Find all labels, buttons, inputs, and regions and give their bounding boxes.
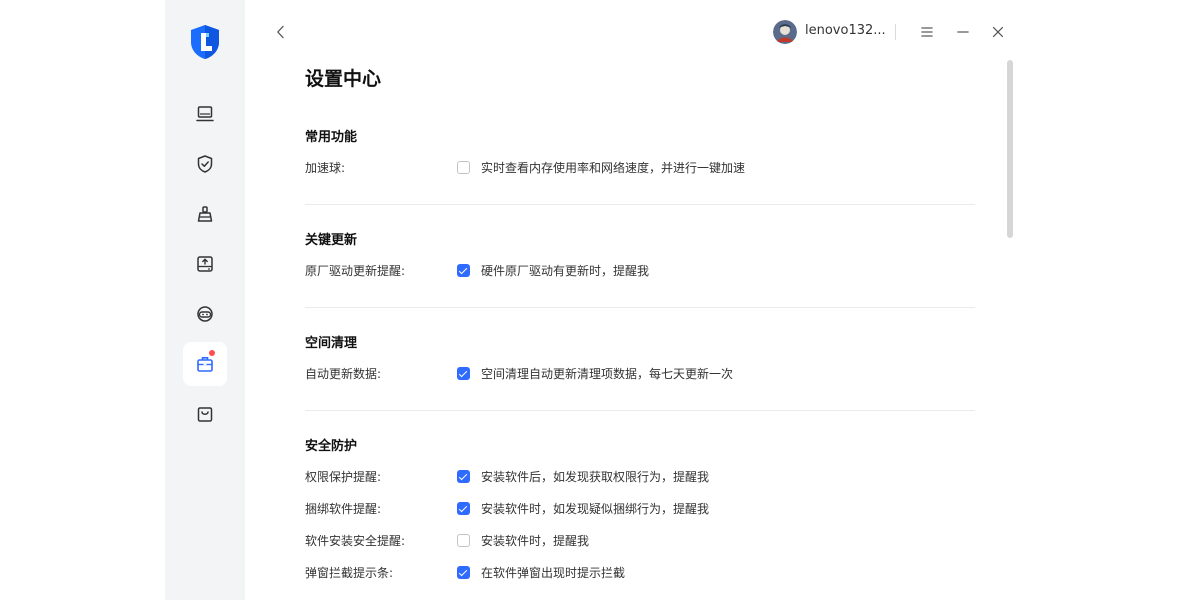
section-title: 空间清理 [305, 336, 358, 351]
setting-row-install-safety: 软件安装安全提醒: 安装软件时，提醒我 [305, 527, 975, 559]
auto-update-data-checkbox[interactable] [457, 367, 470, 380]
chevron-left-icon [277, 25, 284, 39]
setting-description[interactable]: 安装软件后，如发现获取权限行为，提醒我 [481, 469, 709, 485]
headset-icon [197, 306, 213, 322]
section-title: 安全防护 [305, 439, 358, 454]
laptop-icon [196, 106, 214, 122]
broom-icon [197, 206, 213, 222]
setting-description[interactable]: 安装软件时，提醒我 [481, 533, 589, 549]
sidebar-item-toolbox[interactable] [183, 342, 227, 386]
page-title: 设置中心 [305, 68, 382, 90]
setting-row-speed-ball: 加速球: 实时查看内存使用率和网络速度，并进行一键加速 [305, 154, 975, 186]
install-safety-checkbox[interactable] [457, 534, 470, 547]
shield-check-icon [197, 155, 213, 173]
bundle-alert-checkbox[interactable] [457, 502, 470, 515]
hamburger-menu-icon [921, 27, 933, 37]
minimize-icon [957, 31, 969, 33]
section-divider [305, 410, 975, 411]
minimize-button[interactable] [953, 22, 973, 42]
close-icon [992, 26, 1004, 38]
setting-description[interactable]: 实时查看内存使用率和网络速度，并进行一键加速 [481, 160, 745, 176]
section-security-protection: 安全防护 权限保护提醒: 安装软件后，如发现获取权限行为，提醒我 捆绑软件提醒:… [305, 437, 975, 591]
section-divider [305, 204, 975, 205]
sidebar-item-service[interactable] [183, 292, 227, 336]
setting-row-driver-update: 原厂驱动更新提醒: 硬件原厂驱动有更新时，提醒我 [305, 257, 975, 289]
app-window: lenovo132... 设置中心 常用功能 加速球: 实时查看内存使用率和网络… [165, 0, 1015, 600]
close-button[interactable] [988, 22, 1008, 42]
setting-label: 弹窗拦截提示条: [305, 566, 394, 580]
app-logo-icon [189, 24, 221, 60]
speed-ball-checkbox[interactable] [457, 161, 470, 174]
menu-button[interactable] [917, 22, 937, 42]
drive-upload-icon [197, 256, 213, 272]
sidebar-item-device[interactable] [183, 92, 227, 136]
username[interactable]: lenovo132... [805, 23, 886, 38]
popup-block-checkbox[interactable] [457, 566, 470, 579]
section-key-updates: 关键更新 原厂驱动更新提醒: 硬件原厂驱动有更新时，提醒我 [305, 231, 975, 289]
setting-label: 自动更新数据: [305, 367, 382, 381]
setting-description[interactable]: 空间清理自动更新清理项数据，每七天更新一次 [481, 366, 733, 382]
sidebar-item-drivers[interactable] [183, 242, 227, 286]
shopping-bag-icon [197, 407, 213, 422]
vertical-scrollbar[interactable] [1007, 60, 1013, 238]
driver-update-checkbox[interactable] [457, 264, 470, 277]
notification-dot [209, 350, 215, 356]
setting-label: 权限保护提醒: [305, 470, 382, 484]
sidebar-item-store[interactable] [183, 392, 227, 436]
permission-alert-checkbox[interactable] [457, 470, 470, 483]
setting-row-permission-alert: 权限保护提醒: 安装软件后，如发现获取权限行为，提醒我 [305, 463, 975, 495]
setting-row-auto-update-data: 自动更新数据: 空间清理自动更新清理项数据，每七天更新一次 [305, 360, 975, 392]
setting-label: 原厂驱动更新提醒: [305, 264, 406, 278]
setting-description[interactable]: 安装软件时，如发现疑似捆绑行为，提醒我 [481, 501, 709, 517]
section-common-features: 常用功能 加速球: 实时查看内存使用率和网络速度，并进行一键加速 [305, 128, 975, 186]
sidebar-item-cleanup[interactable] [183, 192, 227, 236]
avatar[interactable] [773, 20, 797, 44]
setting-row-popup-block: 弹窗拦截提示条: 在软件弹窗出现时提示拦截 [305, 559, 975, 591]
section-space-cleanup: 空间清理 自动更新数据: 空间清理自动更新清理项数据，每七天更新一次 [305, 334, 975, 392]
setting-label: 加速球: [305, 161, 346, 175]
back-button[interactable] [271, 22, 291, 42]
setting-description[interactable]: 硬件原厂驱动有更新时，提醒我 [481, 263, 649, 279]
setting-description[interactable]: 在软件弹窗出现时提示拦截 [481, 565, 625, 581]
setting-row-bundle-alert: 捆绑软件提醒: 安装软件时，如发现疑似捆绑行为，提醒我 [305, 495, 975, 527]
sidebar [165, 0, 245, 600]
setting-label: 捆绑软件提醒: [305, 502, 382, 516]
setting-label: 软件安装安全提醒: [305, 534, 406, 548]
section-title: 常用功能 [305, 130, 358, 145]
toolbox-icon [197, 357, 213, 372]
sidebar-item-security[interactable] [183, 142, 227, 186]
titlebar-divider [895, 24, 896, 40]
settings-content: 设置中心 常用功能 加速球: 实时查看内存使用率和网络速度，并进行一键加速 关键… [305, 58, 975, 600]
section-title: 关键更新 [305, 233, 358, 248]
section-divider [305, 307, 975, 308]
